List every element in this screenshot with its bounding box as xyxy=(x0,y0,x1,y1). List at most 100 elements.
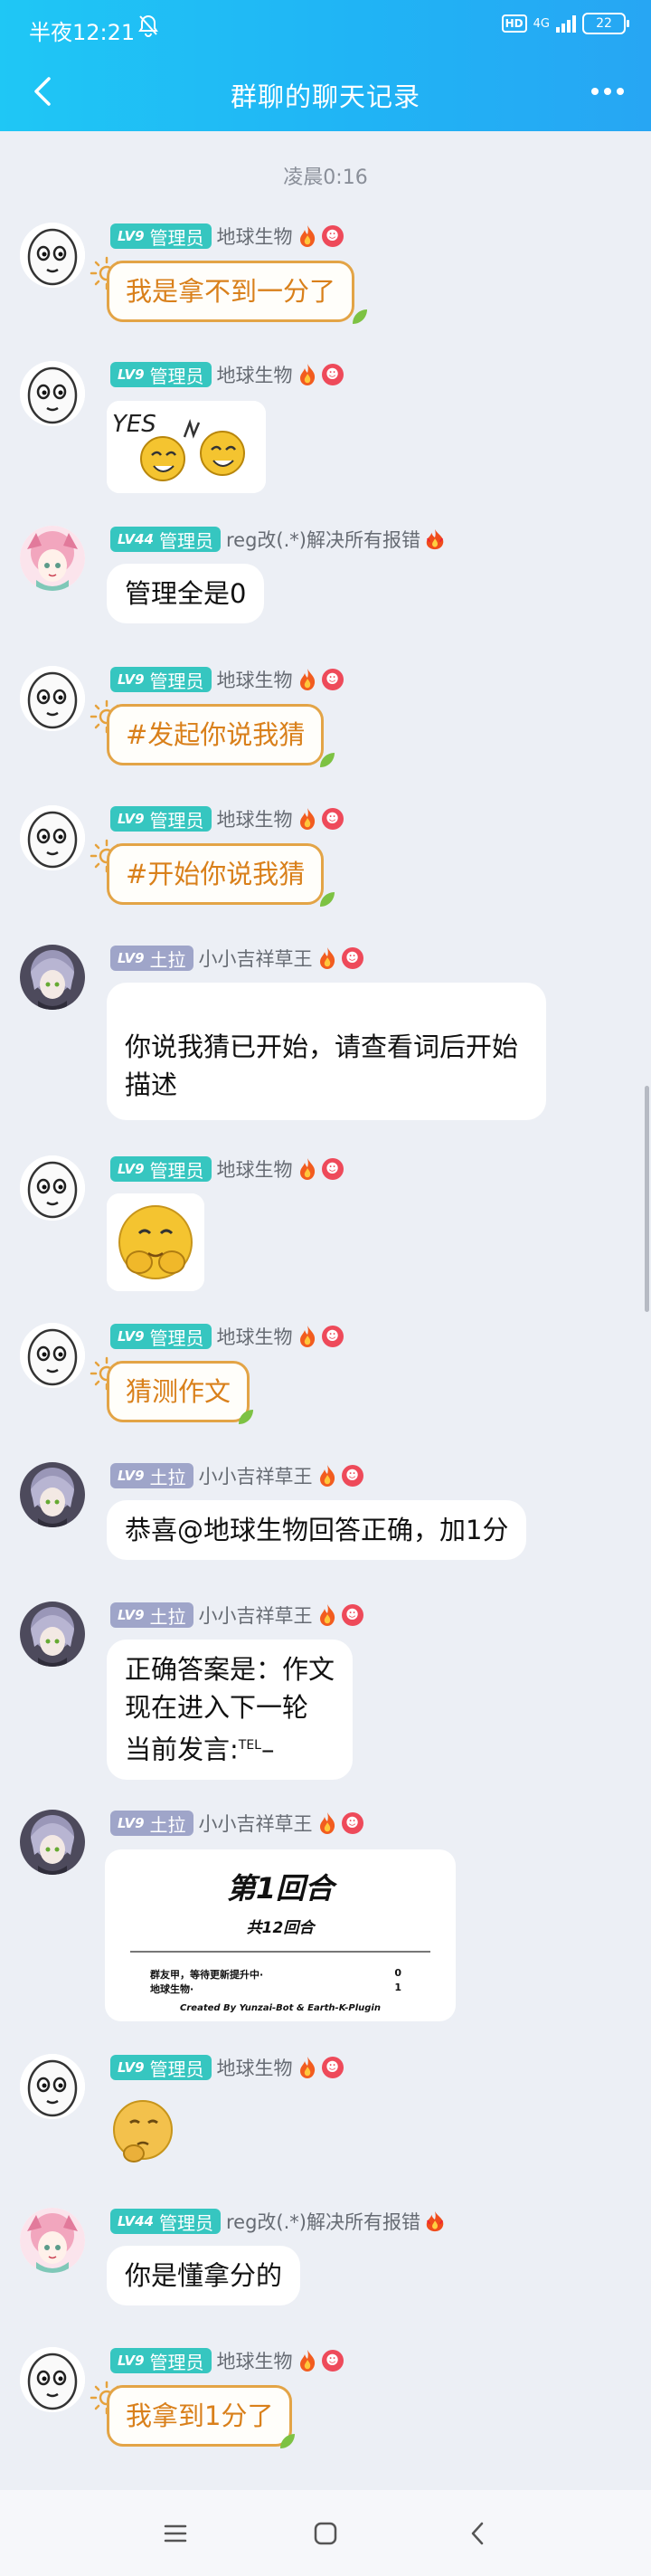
square-icon xyxy=(314,2522,337,2545)
role-badge: LV9 管理员 xyxy=(110,2348,212,2373)
game-round-card[interactable]: 第1回合 共12回合 群友甲，等待更新提升中· 0 地球生物· 1 Created … xyxy=(105,1849,456,2021)
sender-name: 小小吉祥草王 xyxy=(198,1466,313,1488)
rank-badge-icon: ☻ xyxy=(321,808,344,830)
role-badge: LV9 管理员 xyxy=(110,667,212,692)
more-options-button[interactable] xyxy=(582,69,633,114)
rank-badge-icon: ☻ xyxy=(321,669,344,690)
avatar[interactable] xyxy=(20,2208,85,2273)
flame-icon xyxy=(424,528,446,551)
card-subtitle: 共12回合 xyxy=(246,1919,315,1937)
sender-meta: LV9 管理员 地球生物 ☻ xyxy=(110,666,344,693)
message-line: 现在进入下一轮 xyxy=(125,1692,309,1723)
sender-name: 地球生物 xyxy=(216,1326,293,1348)
covering-face-emoji-sticker[interactable] xyxy=(107,1193,204,1291)
sender-name: 小小吉祥草王 xyxy=(198,1605,313,1627)
avatar[interactable] xyxy=(20,1323,85,1388)
avatar[interactable] xyxy=(20,666,85,731)
hd-icon: HD xyxy=(501,14,527,33)
avatar[interactable] xyxy=(20,1155,85,1221)
status-bar: 半夜12:21 HD 4G 22 xyxy=(0,0,651,56)
card-footer: Created By Yunzai-Bot & Earth-K-Plugin xyxy=(180,2003,381,2013)
sender-name: 地球生物 xyxy=(216,1159,293,1181)
sender-meta: LV9 管理员 地球生物 ☻ xyxy=(110,1323,344,1350)
status-icons: HD 4G 22 xyxy=(501,13,629,34)
thinking-emoji-sticker[interactable] xyxy=(107,2090,179,2175)
avatar[interactable] xyxy=(20,223,85,288)
sender-meta: LV9 管理员 地球生物 ☻ xyxy=(110,223,344,250)
avatar[interactable] xyxy=(20,945,85,1010)
sender-name: 小小吉祥草王 xyxy=(198,948,313,970)
signal-icon xyxy=(556,14,576,33)
battery-level: 22 xyxy=(596,16,612,31)
flame-icon xyxy=(297,1157,318,1181)
card-divider xyxy=(130,1951,430,1953)
scrollbar[interactable] xyxy=(645,1086,649,1312)
flame-icon xyxy=(297,224,318,248)
role-badge: LV9 管理员 xyxy=(110,1324,212,1349)
avatar[interactable] xyxy=(20,526,85,591)
nav-bar: 群聊的聊天记录 xyxy=(0,56,651,131)
sender-meta: LV9 管理员 地球生物 ☻ xyxy=(110,361,344,388)
battery-icon: 22 xyxy=(582,13,629,34)
alarm-icon xyxy=(137,14,159,43)
sender-meta: LV44 管理员 reg改(.*)解决所有报错 xyxy=(110,2208,446,2235)
message-bubble[interactable]: #发起你说我猜 xyxy=(107,704,325,765)
leaf-decoration-icon xyxy=(353,309,367,324)
avatar[interactable] xyxy=(20,2347,85,2412)
avatar[interactable] xyxy=(20,2054,85,2119)
sender-name: 地球生物 xyxy=(216,2351,293,2372)
avatar[interactable] xyxy=(20,1602,85,1667)
sender-meta: LV9 土拉 小小吉祥草王 ☻ xyxy=(110,1602,363,1629)
system-back-button[interactable] xyxy=(450,2506,505,2561)
message-bubble[interactable]: #开始你说我猜 xyxy=(107,843,325,905)
chat-timestamp: 凌晨0:16 xyxy=(283,166,368,189)
avatar[interactable] xyxy=(20,805,85,870)
sender-name: 地球生物 xyxy=(216,2058,293,2079)
home-button[interactable] xyxy=(298,2506,353,2561)
role-badge: LV44 管理员 xyxy=(110,2209,221,2234)
sender-name: reg改(.*)解决所有报错 xyxy=(225,2211,420,2233)
card-title: 第1回合 xyxy=(226,1871,335,1906)
avatar[interactable] xyxy=(20,1810,85,1875)
sender-name: 地球生物 xyxy=(216,226,293,248)
rank-badge-icon: ☻ xyxy=(321,1158,344,1180)
rank-badge-icon: ☻ xyxy=(341,1604,363,1626)
yes-laughing-faces-sticker[interactable]: YES xyxy=(107,401,266,493)
sender-meta: LV9 管理员 地球生物 ☻ xyxy=(110,2054,344,2081)
flame-icon xyxy=(297,363,318,386)
message-bubble[interactable]: 猜测作文 xyxy=(107,1361,250,1422)
menu-button[interactable] xyxy=(148,2506,203,2561)
message-bubble[interactable]: 正确答案是：作文 现在进入下一轮 当前发言:TEL– xyxy=(107,1640,354,1780)
message-bubble[interactable]: 你说我猜已开始，请查看词后开始描述 xyxy=(107,983,546,1120)
rank-badge-icon: ☻ xyxy=(321,364,344,385)
role-badge: LV9 管理员 xyxy=(110,806,212,832)
sender-meta: LV9 管理员 地球生物 ☻ xyxy=(110,1155,344,1183)
message-bubble[interactable]: 我是拿不到一分了 xyxy=(107,261,355,322)
chevron-left-icon xyxy=(471,2522,484,2545)
score-row: 群友甲，等待更新提升中· 0 xyxy=(150,1967,401,1981)
flame-icon xyxy=(297,2349,318,2372)
message-bubble[interactable]: 你是懂拿分的 xyxy=(107,2246,301,2305)
flame-icon xyxy=(316,1464,338,1488)
message-bubble[interactable]: 恭喜@地球生物回答正确，加1分 xyxy=(107,1500,527,1560)
sender-meta: LV9 管理员 地球生物 ☻ xyxy=(110,2347,344,2374)
system-nav-bar xyxy=(0,2490,651,2576)
flame-icon xyxy=(297,668,318,691)
message-bubble[interactable]: 管理全是0 xyxy=(107,564,265,623)
menu-icon xyxy=(164,2524,187,2543)
role-badge: LV9 土拉 xyxy=(110,1811,193,1836)
sender-name: 小小吉祥草王 xyxy=(198,1813,313,1835)
role-badge: LV9 管理员 xyxy=(110,2055,212,2080)
flame-icon xyxy=(297,1325,318,1348)
flame-icon xyxy=(297,2056,318,2079)
tel-tail: – xyxy=(260,1734,275,1765)
role-badge: LV9 土拉 xyxy=(110,1463,193,1488)
sender-meta: LV44 管理员 reg改(.*)解决所有报错 xyxy=(110,526,446,553)
svg-text:YES: YES xyxy=(112,411,156,438)
message-bubble[interactable]: 我拿到1分了 xyxy=(107,2385,293,2447)
sender-meta: LV9 管理员 地球生物 ☻ xyxy=(110,805,344,832)
avatar[interactable] xyxy=(20,361,85,426)
rank-badge-icon: ☻ xyxy=(321,2350,344,2372)
avatar[interactable] xyxy=(20,1462,85,1527)
status-time: 半夜12:21 xyxy=(29,20,136,45)
